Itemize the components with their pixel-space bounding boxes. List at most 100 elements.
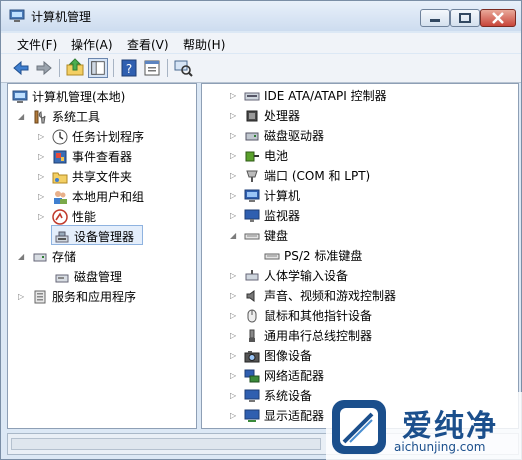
minimize-button[interactable] [420,9,450,27]
monitor-icon [244,209,260,222]
navigation-tree-pane[interactable]: 计算机管理(本地) ◢ 系统工具 ▷ 任务计划程序 ▷ 事件查看器 ▷ 共享文件… [7,83,197,429]
menu-action[interactable]: 操作(A) [71,36,113,53]
menu-help[interactable]: 帮助(H) [183,36,225,53]
tree-label: 计算机管理(本地) [32,90,126,104]
port-icon [246,170,258,182]
back-arrow-icon[interactable] [11,58,31,78]
computer-management-icon [9,9,25,22]
keyboard-icon [264,253,280,260]
tree-item-services-apps[interactable]: ▷ 服务和应用程序 [18,287,192,307]
menu-bar: 文件(F) 操作(A) 查看(V) 帮助(H) [1,33,521,53]
tree-item-storage[interactable]: ◢ 存储 [18,247,192,267]
services-icon [34,290,46,304]
tree-item-disk-management[interactable]: 磁盘管理 [52,267,192,287]
tree-item-local-users[interactable]: ▷ 本地用户和组 [38,187,192,207]
device-category-battery[interactable]: ▷ 电池 [230,146,510,166]
device-category-processor[interactable]: ▷ 处理器 [230,106,510,126]
device-label: 网络适配器 [264,369,325,383]
device-category-mice[interactable]: ▷ 鼠标和其他指针设备 [230,306,510,326]
tree-label: 系统工具 [52,110,101,124]
expand-arrow-icon[interactable]: ▷ [230,346,240,366]
device-category-computer[interactable]: ▷ 计算机 [230,186,510,206]
device-category-ide[interactable]: ▷ IDE ATA/ATAPI 控制器 [230,86,510,106]
expand-arrow-icon[interactable]: ▷ [230,206,240,226]
device-category-ports[interactable]: ▷ 端口 (COM 和 LPT) [230,166,510,186]
tree-label: 设备管理器 [74,230,135,244]
expand-arrow-icon[interactable]: ▷ [230,146,240,166]
tree-item-performance[interactable]: ▷ 性能 [38,207,192,227]
tree-label: 事件查看器 [72,150,133,164]
shared-folder-icon [52,172,68,184]
expand-arrow-icon[interactable]: ▷ [38,207,48,227]
show-hide-tree-icon[interactable] [88,58,108,78]
tree-item-system-tools[interactable]: ◢ 系统工具 [18,107,192,127]
expand-arrow-icon[interactable]: ▷ [230,166,240,186]
tree-item-event-viewer[interactable]: ▷ 事件查看器 [38,147,192,167]
device-label: 磁盘驱动器 [264,129,325,143]
device-category-sound[interactable]: ▷ 声音、视频和游戏控制器 [230,286,510,306]
device-label: 电池 [264,149,289,163]
computer-management-icon [12,90,28,103]
expand-arrow-icon[interactable]: ▷ [230,86,240,106]
tree-item-root[interactable]: 计算机管理(本地) [12,87,192,107]
device-category-usb[interactable]: ▷ 通用串行总线控制器 [230,326,510,346]
collapse-arrow-icon[interactable]: ◢ [230,226,240,246]
device-label: IDE ATA/ATAPI 控制器 [264,89,387,103]
device-label: 处理器 [264,109,301,123]
expand-arrow-icon[interactable]: ▷ [18,287,28,307]
expand-arrow-icon[interactable]: ▷ [38,147,48,167]
close-button[interactable] [480,9,516,27]
device-item-ps2-keyboard[interactable]: PS/2 标准键盘 [250,246,510,266]
clock-icon [52,129,68,145]
device-category-disk-drives[interactable]: ▷ 磁盘驱动器 [230,126,510,146]
device-label: 监视器 [264,209,301,223]
expand-arrow-icon[interactable]: ▷ [230,326,240,346]
expand-arrow-icon[interactable]: ▷ [230,386,240,406]
device-category-keyboards[interactable]: ◢ 键盘 [230,226,510,246]
properties-icon[interactable] [142,58,162,78]
expand-arrow-icon[interactable]: ▷ [230,406,240,426]
scan-hardware-icon[interactable] [173,58,193,78]
tree-label: 任务计划程序 [72,130,145,144]
expand-arrow-icon[interactable]: ▷ [38,187,48,207]
expand-arrow-icon[interactable]: ▷ [230,126,240,146]
close-icon [492,12,504,24]
expand-arrow-icon[interactable]: ▷ [230,286,240,306]
speaker-icon [246,290,255,302]
max-icon [459,13,471,23]
expand-arrow-icon[interactable]: ▷ [230,366,240,386]
collapse-arrow-icon[interactable]: ◢ [18,107,28,127]
device-category-hid[interactable]: ▷ 人体学输入设备 [230,266,510,286]
device-label: 显示适配器 [264,409,325,423]
tree-label: 存储 [52,250,77,264]
device-manager-icon [55,231,69,243]
help-icon[interactable]: ? [119,58,139,78]
expand-arrow-icon[interactable]: ▷ [38,167,48,187]
device-category-network[interactable]: ▷ 网络适配器 [230,366,510,386]
toolbar-separator [167,59,168,77]
collapse-arrow-icon[interactable]: ◢ [18,247,28,267]
tree-item-device-manager[interactable]: 设备管理器 [52,227,192,247]
menu-file[interactable]: 文件(F) [17,36,57,53]
device-label: 图像设备 [264,349,313,363]
tree-item-task-scheduler[interactable]: ▷ 任务计划程序 [38,127,192,147]
device-category-monitors[interactable]: ▷ 监视器 [230,206,510,226]
device-label: PS/2 标准键盘 [284,249,363,263]
horizontal-scrollbar[interactable] [11,438,321,450]
device-label: 计算机 [264,189,301,203]
maximize-button[interactable] [450,9,480,27]
window-title: 计算机管理 [31,10,92,24]
ide-controller-icon [244,92,260,101]
title-bar[interactable]: 计算机管理 [1,1,521,31]
expand-arrow-icon[interactable]: ▷ [230,106,240,126]
device-list-pane[interactable]: ▷ IDE ATA/ATAPI 控制器 ▷ 处理器 ▷ 磁盘驱动器 ▷ 电池 ▷… [201,83,519,429]
expand-arrow-icon[interactable]: ▷ [230,266,240,286]
expand-arrow-icon[interactable]: ▷ [38,127,48,147]
expand-arrow-icon[interactable]: ▷ [230,306,240,326]
tree-item-shared-folders[interactable]: ▷ 共享文件夹 [38,167,192,187]
device-category-imaging[interactable]: ▷ 图像设备 [230,346,510,366]
forward-arrow-icon[interactable] [34,58,54,78]
expand-arrow-icon[interactable]: ▷ [230,186,240,206]
up-folder-icon[interactable] [65,58,85,78]
menu-view[interactable]: 查看(V) [127,36,169,53]
